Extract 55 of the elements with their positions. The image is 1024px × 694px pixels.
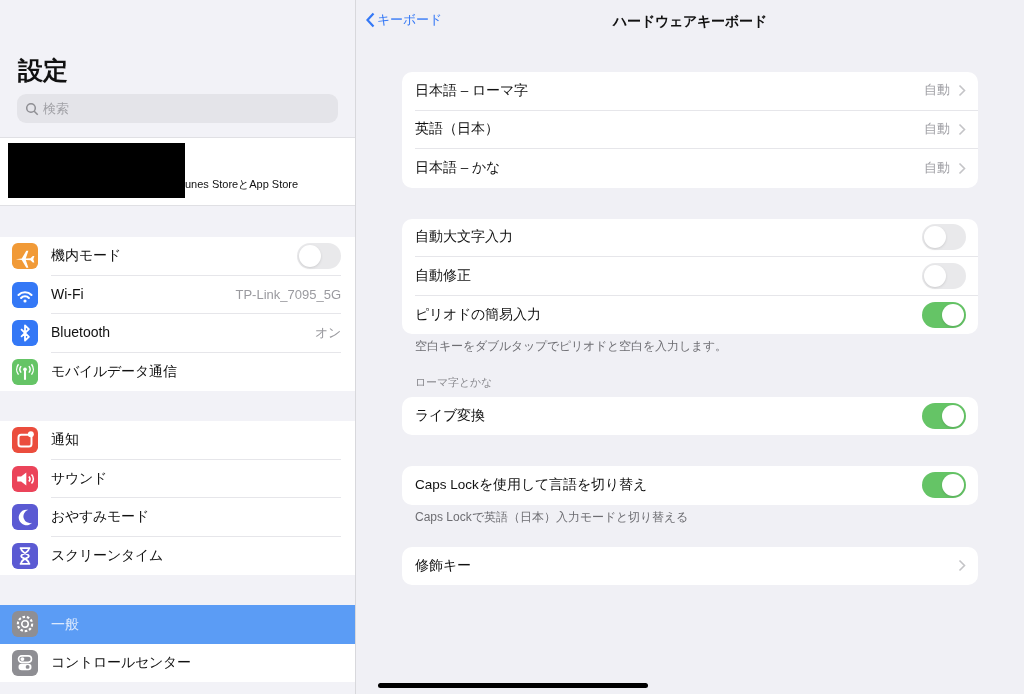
toggle-switch[interactable] (922, 224, 966, 251)
settings-row[interactable]: Caps Lockを使用して言語を切り替え (415, 466, 978, 505)
settings-row[interactable]: ピリオドの簡易入力 (415, 295, 978, 334)
item-label: 機内モード (51, 246, 122, 266)
chevron-icon (958, 161, 966, 175)
row-label: 自動大文字入力 (415, 228, 514, 247)
row-label: Caps Lockを使用して言語を切り替え (415, 476, 648, 495)
settings-row[interactable]: ライブ変換 (415, 396, 978, 435)
row-value: 自動 (924, 120, 950, 138)
item-label: 一般 (51, 614, 80, 634)
row-label: 日本語 – かな (415, 159, 501, 178)
toggle-switch[interactable] (922, 402, 966, 429)
chevron-icon (958, 122, 966, 136)
toggle-switch[interactable] (922, 301, 966, 328)
item-value: TP-Link_7095_5G (235, 285, 341, 304)
row-label: 英語（日本） (415, 120, 500, 139)
item-label: コントロールセンター (51, 653, 192, 673)
account-row[interactable]: unes StoreとApp Store (0, 137, 355, 206)
item-label: Bluetooth (51, 323, 112, 343)
settings-title: 設定 (17, 55, 69, 86)
row-label: 自動修正 (415, 266, 472, 285)
settings-row[interactable]: 英語（日本） 自動 (415, 110, 978, 149)
section-header: ローマ字とかな (414, 375, 493, 390)
search-field[interactable]: 検索 (17, 94, 338, 123)
page-title: ハードウェアキーボード (613, 11, 767, 31)
section-footer: Caps Lockで英語（日本）入力モードと切り替える (402, 504, 978, 525)
row-label: 修飾キー (415, 556, 472, 575)
item-label: Wi-Fi (51, 284, 85, 304)
section-footer: 空白キーをダブルタップでピリオドと空白を入力します。 (402, 334, 978, 354)
item-label: おやすみモード (51, 507, 150, 527)
row-label: ピリオドの簡易入力 (415, 305, 542, 324)
item-label: スクリーンタイム (51, 546, 164, 566)
item-label: モバイルデータ通信 (51, 362, 178, 382)
account-subtitle: unes StoreとApp Store (185, 177, 299, 191)
settings-row[interactable]: 自動修正 (415, 257, 978, 296)
chevron-icon (958, 559, 966, 573)
toggle-switch[interactable] (297, 242, 341, 269)
settings-row[interactable]: 修飾キー (415, 546, 978, 585)
item-label: サウンド (51, 468, 108, 488)
item-label: 通知 (51, 430, 80, 450)
row-value: 自動 (924, 159, 950, 177)
toggle-switch[interactable] (922, 262, 966, 289)
row-label: 日本語 – ローマ字 (415, 81, 529, 100)
toggle-switch[interactable] (922, 472, 966, 499)
back-button[interactable]: キーボード (366, 10, 442, 30)
back-chevron-icon (366, 11, 375, 28)
chevron-icon (958, 84, 966, 98)
settings-row[interactable]: 日本語 – ローマ字 自動 (415, 72, 978, 111)
settings-row[interactable]: 日本語 – かな 自動 (415, 149, 978, 188)
row-label: ライブ変換 (415, 406, 486, 425)
row-value: 自動 (924, 82, 950, 100)
home-indicator[interactable] (378, 683, 648, 688)
settings-row[interactable]: 自動大文字入力 (415, 218, 978, 257)
item-value: オン (315, 324, 341, 342)
search-icon (25, 102, 39, 116)
